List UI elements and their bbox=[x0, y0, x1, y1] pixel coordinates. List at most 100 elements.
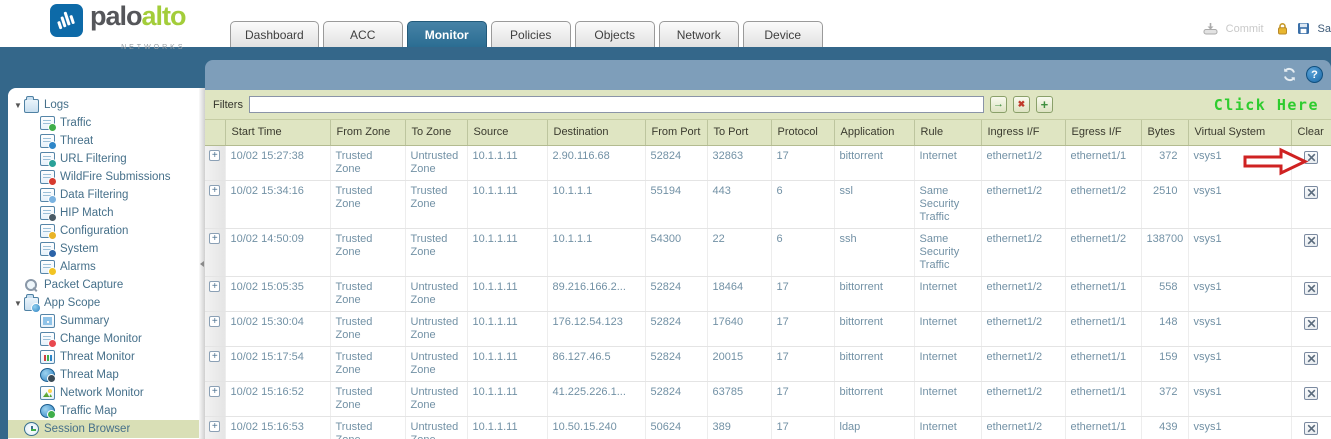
clear-filter-button[interactable]: ✖ bbox=[1012, 96, 1030, 113]
refresh-icon[interactable] bbox=[1281, 67, 1298, 82]
save-icon[interactable] bbox=[1297, 22, 1310, 35]
col-header-rule[interactable]: Rule bbox=[913, 120, 981, 146]
sidebar-item-configuration[interactable]: Configuration bbox=[8, 222, 199, 240]
commit-button[interactable]: Commit bbox=[1226, 23, 1264, 35]
tab-dashboard[interactable]: Dashboard bbox=[230, 21, 319, 47]
cell-from-port: 52824 bbox=[644, 311, 707, 347]
cell-to-port: 18464 bbox=[706, 276, 771, 312]
cell-clear bbox=[1290, 180, 1331, 229]
col-header-from-zone[interactable]: From Zone bbox=[329, 120, 405, 146]
session-table: Start Time From Zone To Zone Source Destinat… bbox=[205, 120, 1331, 439]
sidebar-item-label: URL Filtering bbox=[60, 153, 127, 165]
expand-plus-icon[interactable]: + bbox=[209, 184, 221, 196]
cell-from-zone: Trusted Zone bbox=[329, 276, 405, 312]
sidebar-item-logs[interactable]: ▼ Logs bbox=[8, 96, 199, 114]
col-header-bytes[interactable]: Bytes bbox=[1140, 120, 1188, 146]
cell-protocol: 17 bbox=[770, 416, 834, 439]
sidebar-item-url-filtering[interactable]: URL Filtering bbox=[8, 150, 199, 168]
sidebar-item-change-monitor[interactable]: Change Monitor bbox=[8, 330, 199, 348]
sidebar-collapse-handle[interactable] bbox=[199, 88, 205, 439]
sidebar-item-threat[interactable]: Threat bbox=[8, 132, 199, 150]
sidebar-item-traffic[interactable]: Traffic bbox=[8, 114, 199, 132]
clear-session-button[interactable] bbox=[1304, 281, 1319, 295]
col-header-application[interactable]: Application bbox=[833, 120, 914, 146]
commit-upload-icon[interactable] bbox=[1203, 22, 1218, 35]
lock-icon[interactable] bbox=[1276, 22, 1289, 35]
cell-protocol: 17 bbox=[770, 276, 834, 312]
cell-destination: 41.225.226.1... bbox=[546, 381, 645, 417]
col-header-protocol[interactable]: Protocol bbox=[770, 120, 834, 146]
configuration-log-icon bbox=[40, 224, 57, 240]
expand-plus-icon[interactable]: + bbox=[209, 232, 221, 244]
sidebar-item-label: Session Browser bbox=[44, 423, 131, 435]
cell-start-time: 10/02 15:30:04 bbox=[224, 311, 330, 347]
col-header-clear[interactable]: Clear bbox=[1290, 120, 1331, 146]
cell-destination: 10.1.1.1 bbox=[546, 228, 645, 277]
clear-session-button[interactable] bbox=[1304, 316, 1319, 330]
col-header-destination[interactable]: Destination bbox=[546, 120, 645, 146]
col-header-to-zone[interactable]: To Zone bbox=[404, 120, 467, 146]
clear-session-button[interactable] bbox=[1304, 386, 1319, 400]
cell-egress-if: ethernet1/2 bbox=[1064, 180, 1141, 229]
wildfire-log-icon bbox=[40, 170, 57, 186]
tab-objects[interactable]: Objects bbox=[574, 21, 655, 47]
header-actions: Commit Sa bbox=[1203, 22, 1331, 35]
cell-bytes: 138700 bbox=[1140, 228, 1188, 277]
add-filter-button[interactable]: + bbox=[1035, 96, 1053, 113]
tab-device[interactable]: Device bbox=[742, 21, 823, 47]
expand-plus-icon[interactable]: + bbox=[209, 420, 221, 432]
tab-policies[interactable]: Policies bbox=[490, 21, 571, 47]
sidebar-item-app-scope[interactable]: ▼ App Scope bbox=[8, 294, 199, 313]
clear-session-x-icon bbox=[1307, 389, 1316, 397]
cell-application: bittorrent bbox=[833, 381, 914, 417]
sidebar-item-summary[interactable]: Summary bbox=[8, 312, 199, 330]
sidebar-item-threat-map[interactable]: Threat Map bbox=[8, 366, 199, 384]
sidebar-item-label: Threat Monitor bbox=[60, 351, 135, 363]
sidebar-item-wildfire-submissions[interactable]: WildFire Submissions bbox=[8, 168, 199, 186]
cell-application: ssl bbox=[833, 180, 914, 229]
alarms-log-icon bbox=[40, 260, 57, 276]
expand-plus-icon[interactable]: + bbox=[209, 149, 221, 161]
session-browser-icon bbox=[24, 422, 39, 436]
cell-to-zone: Untrusted Zone bbox=[404, 276, 467, 312]
col-header-virtual-system[interactable]: Virtual System bbox=[1187, 120, 1291, 146]
sidebar-item-traffic-map[interactable]: Traffic Map bbox=[8, 402, 199, 420]
col-header-from-port[interactable]: From Port bbox=[644, 120, 707, 146]
clear-session-button[interactable] bbox=[1304, 233, 1319, 247]
clear-session-button[interactable] bbox=[1304, 421, 1319, 435]
expand-plus-icon[interactable]: + bbox=[209, 350, 221, 362]
tab-network[interactable]: Network bbox=[658, 21, 739, 47]
threat-monitor-icon bbox=[40, 350, 55, 364]
sidebar-item-network-monitor[interactable]: Network Monitor bbox=[8, 384, 199, 402]
clear-session-button[interactable] bbox=[1304, 185, 1319, 199]
cell-bytes: 159 bbox=[1140, 346, 1188, 382]
filter-input[interactable] bbox=[248, 96, 984, 113]
clear-session-button[interactable] bbox=[1304, 351, 1319, 365]
sidebar-item-session-browser[interactable]: Session Browser bbox=[8, 420, 199, 438]
apply-filter-button[interactable]: → bbox=[989, 96, 1007, 113]
cell-start-time: 10/02 15:27:38 bbox=[224, 145, 330, 181]
expand-plus-icon[interactable]: + bbox=[209, 315, 221, 327]
expand-plus-icon[interactable]: + bbox=[209, 280, 221, 292]
tab-acc[interactable]: ACC bbox=[322, 21, 403, 47]
col-header-source[interactable]: Source bbox=[466, 120, 547, 146]
sidebar-item-data-filtering[interactable]: Data Filtering bbox=[8, 186, 199, 204]
cell-clear bbox=[1290, 416, 1331, 439]
sidebar-item-threat-monitor[interactable]: Threat Monitor bbox=[8, 348, 199, 366]
tab-monitor[interactable]: Monitor bbox=[406, 21, 487, 47]
col-header-egress-i-f[interactable]: Egress I/F bbox=[1064, 120, 1141, 146]
expand-plus-icon[interactable]: + bbox=[209, 385, 221, 397]
col-header-to-port[interactable]: To Port bbox=[706, 120, 771, 146]
save-button-label[interactable]: Sa bbox=[1318, 23, 1331, 35]
sidebar-item-system[interactable]: System bbox=[8, 240, 199, 258]
sidebar-item-packet-capture[interactable]: Packet Capture bbox=[8, 276, 199, 294]
cell-ingress-if: ethernet1/2 bbox=[980, 180, 1065, 229]
col-header-start-time[interactable]: Start Time bbox=[224, 120, 330, 146]
col-header-ingress-i-f[interactable]: Ingress I/F bbox=[980, 120, 1065, 146]
cell-rule: Internet bbox=[913, 145, 981, 181]
help-icon[interactable]: ? bbox=[1306, 66, 1323, 83]
sidebar-item-alarms[interactable]: Alarms bbox=[8, 258, 199, 276]
cell-destination: 89.216.166.2... bbox=[546, 276, 645, 312]
session-row: + 10/02 15:30:04 Trusted Zone Untrusted … bbox=[205, 311, 1331, 347]
sidebar-item-hip-match[interactable]: HIP Match bbox=[8, 204, 199, 222]
